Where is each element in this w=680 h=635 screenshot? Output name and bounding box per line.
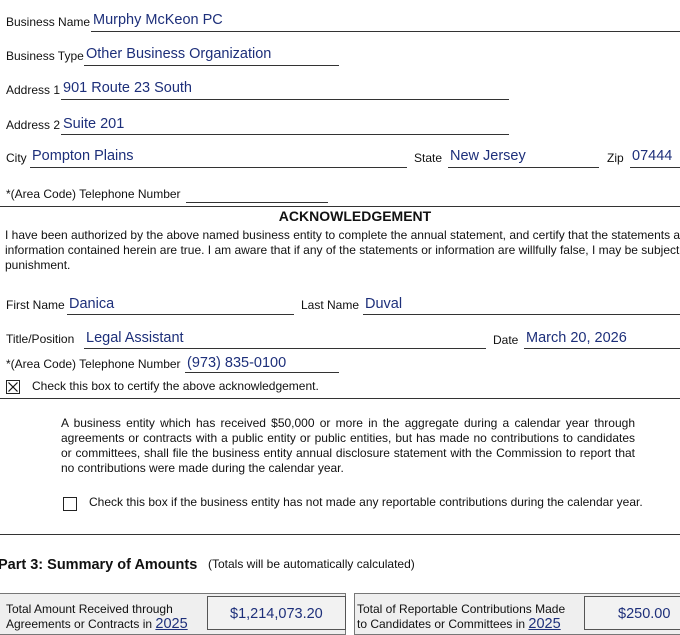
- date-underline: [524, 348, 680, 349]
- ack-phone-label: *(Area Code) Telephone Number: [6, 357, 181, 371]
- first-name-label: First Name: [6, 298, 65, 312]
- business-type-label: Business Type: [6, 49, 84, 63]
- address2-underline: [61, 134, 509, 135]
- address1-field[interactable]: 901 Route 23 South: [63, 80, 192, 96]
- section-divider: [0, 206, 680, 207]
- contrib-total-value: $250.00: [618, 606, 671, 622]
- business-type-field[interactable]: Other Business Organization: [86, 46, 271, 62]
- ack-phone-field[interactable]: (973) 835-0100: [187, 355, 286, 371]
- received-year-field[interactable]: 2025: [155, 616, 187, 632]
- business-phone-underline: [186, 202, 328, 203]
- last-name-label: Last Name: [301, 298, 360, 312]
- business-phone-label: *(Area Code) Telephone Number: [6, 187, 181, 201]
- address2-field[interactable]: Suite 201: [63, 116, 124, 132]
- last-name-field[interactable]: Duval: [365, 296, 402, 312]
- city-underline: [30, 167, 407, 168]
- ack-heading: ACKNOWLEDGEMENT: [278, 208, 432, 224]
- address1-label: Address 1: [6, 83, 61, 97]
- title-field[interactable]: Legal Assistant: [86, 330, 184, 346]
- section-divider: [0, 398, 680, 399]
- received-label-line2: Agreements or Contracts in 2025: [6, 616, 188, 632]
- title-underline: [84, 348, 486, 349]
- ack-phone-underline: [185, 372, 339, 373]
- date-field[interactable]: March 20, 2026: [526, 330, 627, 346]
- no-contrib-checkbox[interactable]: [63, 497, 77, 511]
- city-field[interactable]: Pompton Plains: [32, 148, 134, 164]
- business-name-underline: [91, 31, 680, 32]
- address2-label: Address 2: [6, 118, 61, 132]
- state-label: State: [414, 151, 443, 165]
- section-divider: [0, 534, 680, 535]
- received-label-line1: Total Amount Received through: [6, 602, 173, 616]
- no-contrib-paragraph: A business entity which has received $50…: [61, 416, 635, 475]
- checkmark-x-icon: [8, 382, 18, 392]
- city-label: City: [6, 151, 27, 165]
- ack-text-line2: information contained herein are true. I…: [5, 243, 680, 257]
- zip-label: Zip: [607, 151, 624, 165]
- part3-title: Part 3: Summary of Amounts: [0, 557, 198, 573]
- first-name-underline: [67, 314, 294, 315]
- zip-field[interactable]: 07444: [632, 148, 672, 164]
- business-name-label: Business Name: [6, 15, 91, 29]
- ack-text-line1: I have been authorized by the above name…: [5, 228, 680, 242]
- date-label: Date: [493, 333, 519, 347]
- first-name-field[interactable]: Danica: [69, 296, 114, 312]
- title-label: Title/Position: [6, 332, 75, 346]
- certify-checkbox[interactable]: [6, 380, 20, 394]
- certify-label: Check this box to certify the above ackn…: [32, 379, 319, 393]
- state-underline: [448, 167, 599, 168]
- contrib-label-line1: Total of Reportable Contributions Made: [357, 602, 566, 616]
- zip-underline: [630, 167, 680, 168]
- last-name-underline: [363, 314, 680, 315]
- ack-text-line3: punishment.: [5, 258, 71, 272]
- contrib-label-line2: to Candidates or Committees in 2025: [357, 616, 561, 632]
- contrib-year-field[interactable]: 2025: [528, 616, 560, 632]
- no-contrib-label: Check this box if the business entity ha…: [89, 495, 643, 509]
- address1-underline: [61, 99, 509, 100]
- state-field[interactable]: New Jersey: [450, 148, 526, 164]
- business-name-field[interactable]: Murphy McKeon PC: [93, 12, 223, 28]
- received-total-value: $1,214,073.20: [230, 606, 323, 622]
- business-type-underline: [84, 65, 339, 66]
- part3-note: (Totals will be automatically calculated…: [208, 557, 415, 571]
